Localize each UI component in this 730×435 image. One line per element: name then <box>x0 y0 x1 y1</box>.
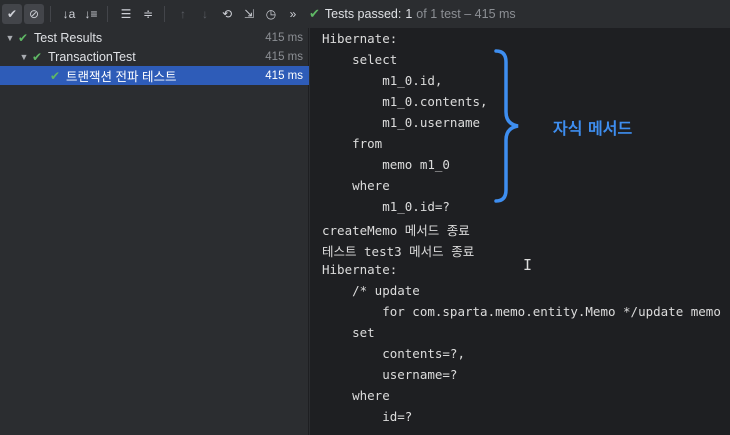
annotation-brace <box>494 49 519 203</box>
tree-row-label: 트랜잭션 전파 테스트 <box>66 70 177 84</box>
console-line: Hibernate: <box>322 262 398 277</box>
status-summary: of 1 test – 415 ms <box>416 7 516 21</box>
tree-row-transaction-test[interactable]: ▼ ✔ TransactionTest 415 ms <box>0 47 309 66</box>
tree-row-propagation-test[interactable]: ✔ 트랜잭션 전파 테스트 415 ms <box>0 66 309 85</box>
sort-alpha-icon[interactable]: ↓a <box>59 4 79 24</box>
console-line: /* update <box>322 283 420 298</box>
console-line: id=? <box>322 409 413 424</box>
passed-check-icon: ✔ <box>49 68 61 83</box>
status-count: 1 <box>405 7 413 21</box>
console-line: m1_0.username <box>322 115 481 130</box>
passed-check-icon: ✔ <box>31 49 43 64</box>
console-line: select <box>322 52 398 67</box>
chevron-down-icon[interactable]: ▼ <box>4 33 16 43</box>
console-line: memo m1_0 <box>322 157 450 172</box>
tree-row-time: 415 ms <box>265 50 303 63</box>
text-cursor-icon: I <box>523 256 533 274</box>
passed-check-icon: ✔ <box>17 30 29 45</box>
console-line: 테스트 test3 메서드 종료 <box>322 244 475 259</box>
expand-all-icon[interactable]: ☰ <box>116 4 136 24</box>
sort-duration-icon[interactable]: ↓≡ <box>81 4 101 24</box>
tree-row-time: 415 ms <box>265 69 303 82</box>
console-line: for com.sparta.memo.entity.Memo */update… <box>322 304 721 319</box>
console-line: m1_0.id=? <box>322 199 450 214</box>
console-line: createMemo 메서드 종료 <box>322 223 470 238</box>
show-passed-check-icon[interactable]: ✔ <box>2 4 22 24</box>
annotation-label: 자식 메서드 <box>553 119 633 138</box>
import-icon[interactable]: ⇲ <box>239 4 259 24</box>
test-toolbar: ✔ ⊘ ↓a ↓≡ ☰ ≑ ↑ ↓ ⟲ ⇲ ◷ » ✔ Tests passed… <box>0 0 730 28</box>
console-line: m1_0.id, <box>322 73 443 88</box>
status-label: Tests passed: <box>324 7 402 21</box>
test-results-tree: ▼ ✔ Test Results 415 ms ▼ ✔ TransactionT… <box>0 28 309 435</box>
rerun-icon[interactable]: ⟲ <box>217 4 237 24</box>
test-status: ✔ Tests passed: 1 of 1 test – 415 ms <box>309 6 516 22</box>
console-line: where <box>322 178 390 193</box>
more-icon[interactable]: » <box>283 4 303 24</box>
console-line: set <box>322 325 375 340</box>
toolbar-divider <box>107 6 108 22</box>
chevron-down-icon[interactable]: ▼ <box>18 52 30 62</box>
history-icon[interactable]: ◷ <box>261 4 281 24</box>
collapse-all-icon[interactable]: ≑ <box>138 4 158 24</box>
toolbar-divider <box>164 6 165 22</box>
show-ignored-stop-icon[interactable]: ⊘ <box>24 4 44 24</box>
console-line: where <box>322 388 390 403</box>
arrow-up-icon[interactable]: ↑ <box>173 4 193 24</box>
tree-row-time: 415 ms <box>265 31 303 44</box>
console-line: Hibernate: <box>322 31 398 46</box>
toolbar-divider <box>50 6 51 22</box>
arrow-down-icon[interactable]: ↓ <box>195 4 215 24</box>
console-line: username=? <box>322 367 458 382</box>
console-line: m1_0.contents, <box>322 94 488 109</box>
passed-check-icon: ✔ <box>309 6 320 21</box>
console-line: from <box>322 136 383 151</box>
tree-row-test-results[interactable]: ▼ ✔ Test Results 415 ms <box>0 28 309 47</box>
tree-row-label: TransactionTest <box>48 49 136 64</box>
tree-row-label: Test Results <box>34 30 103 45</box>
console-line: contents=?, <box>322 346 465 361</box>
